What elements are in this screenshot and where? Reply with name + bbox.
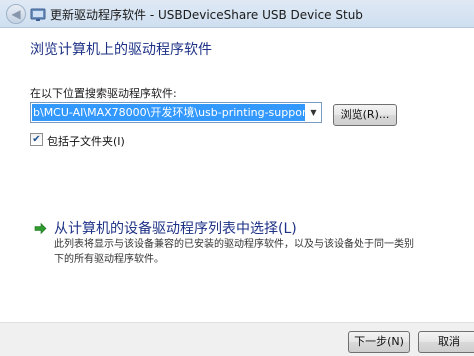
browse-button[interactable]: 浏览(R)...: [333, 104, 397, 126]
green-arrow-icon: [34, 222, 47, 235]
search-path-value[interactable]: b\MCU-AI\MAX78000\开发环境\usb-printing-supp…: [32, 104, 305, 121]
cancel-button[interactable]: 取消: [418, 331, 474, 353]
include-subfolders-label[interactable]: 包括子文件夹(I): [47, 133, 125, 149]
search-location-label: 在以下位置搜索驱动程序软件:: [30, 87, 177, 100]
include-subfolders-checkbox[interactable]: ✔: [30, 133, 43, 146]
window-title: 更新驱动程序软件 - USBDeviceShare USB Device Stu…: [50, 8, 363, 22]
chevron-down-icon[interactable]: ▼: [306, 103, 321, 122]
back-button[interactable]: ◀: [6, 4, 26, 24]
pick-from-list-description: 此列表将显示与该设备兼容的已安装的驱动程序软件，以及与该设备处于同一类别下的所有…: [54, 239, 414, 265]
update-driver-dialog: ◀ 更新驱动程序软件 - USBDeviceShare USB Device S…: [0, 0, 474, 356]
dialog-footer: 下一步(N) 取消: [0, 322, 474, 356]
title-bar: ◀ 更新驱动程序软件 - USBDeviceShare USB Device S…: [0, 0, 474, 28]
next-button[interactable]: 下一步(N): [348, 331, 410, 353]
page-heading: 浏览计算机上的驱动程序软件: [30, 42, 212, 58]
pick-from-list-link[interactable]: 从计算机的设备驱动程序列表中选择(L) 此列表将显示与该设备兼容的已安装的驱动程…: [34, 218, 414, 268]
pick-from-list-title[interactable]: 从计算机的设备驱动程序列表中选择(L): [54, 218, 297, 238]
device-manager-icon: [30, 8, 46, 21]
back-arrow-icon: ◀: [11, 7, 21, 21]
search-path-combobox[interactable]: b\MCU-AI\MAX78000\开发环境\usb-printing-supp…: [30, 102, 322, 123]
